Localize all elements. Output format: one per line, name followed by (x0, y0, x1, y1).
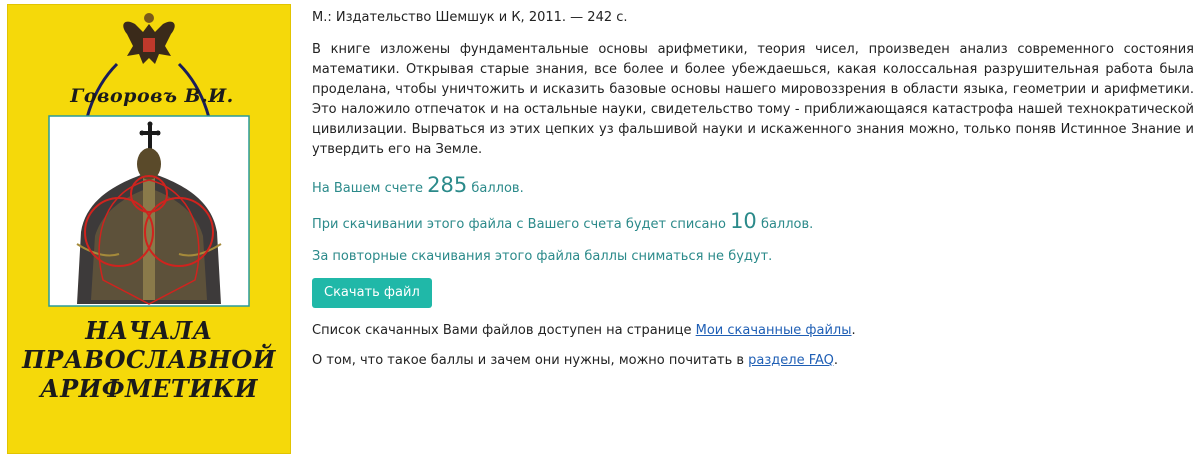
eagle-emblem (123, 13, 175, 64)
cover-author: Говоровъ В.И. (70, 85, 234, 107)
cover-title-line: ПРАВОСЛАВНОЙ (22, 345, 276, 374)
cover-title-line: НАЧАЛА (85, 316, 213, 345)
balance-value: 285 (427, 173, 468, 197)
book-cover: Говоровъ В.И. НАЧАЛА ПРАВОСЛАВНОЙ АРИФМЕ… (7, 4, 291, 454)
balance-prefix: На Вашем счете (312, 181, 423, 196)
cover-title-line: АРИФМЕТИКИ (40, 374, 258, 403)
faq-link[interactable]: разделе FAQ (748, 353, 834, 368)
book-info: М.: Издательство Шемшук и К, 2011. — 242… (312, 8, 1194, 380)
cost-line: При скачивании этого файла с Вашего счет… (312, 210, 1194, 236)
cover-title: НАЧАЛА ПРАВОСЛАВНОЙ АРИФМЕТИКИ (17, 316, 281, 403)
cost-value: 10 (730, 209, 757, 233)
cost-prefix: При скачивании этого файла с Вашего счет… (312, 217, 726, 232)
faq-note-text: О том, что такое баллы и зачем они нужны… (312, 353, 745, 368)
downloads-note-text: Список скачанных Вами файлов доступен на… (312, 323, 692, 338)
downloads-note-end: . (851, 323, 856, 338)
cost-suffix: баллов. (760, 217, 814, 232)
balance-line: На Вашем счете 285 баллов. (312, 174, 1194, 200)
download-file-button[interactable]: Скачать файл (312, 278, 432, 308)
faq-note-end: . (833, 353, 839, 368)
repeat-download-note: За повторные скачивания этого файла балл… (312, 249, 773, 264)
my-downloads-link[interactable]: Мои скачанные файлы (696, 323, 852, 338)
book-description: В книге изложены фундаментальные основы … (312, 42, 1194, 157)
faq-note: О том, что такое баллы и зачем они нужны… (312, 350, 1194, 372)
downloads-note: Список скачанных Вами файлов доступен на… (312, 320, 1194, 342)
balance-suffix: баллов. (471, 181, 524, 196)
publication-meta: М.: Издательство Шемшук и К, 2011. — 242… (312, 10, 628, 25)
